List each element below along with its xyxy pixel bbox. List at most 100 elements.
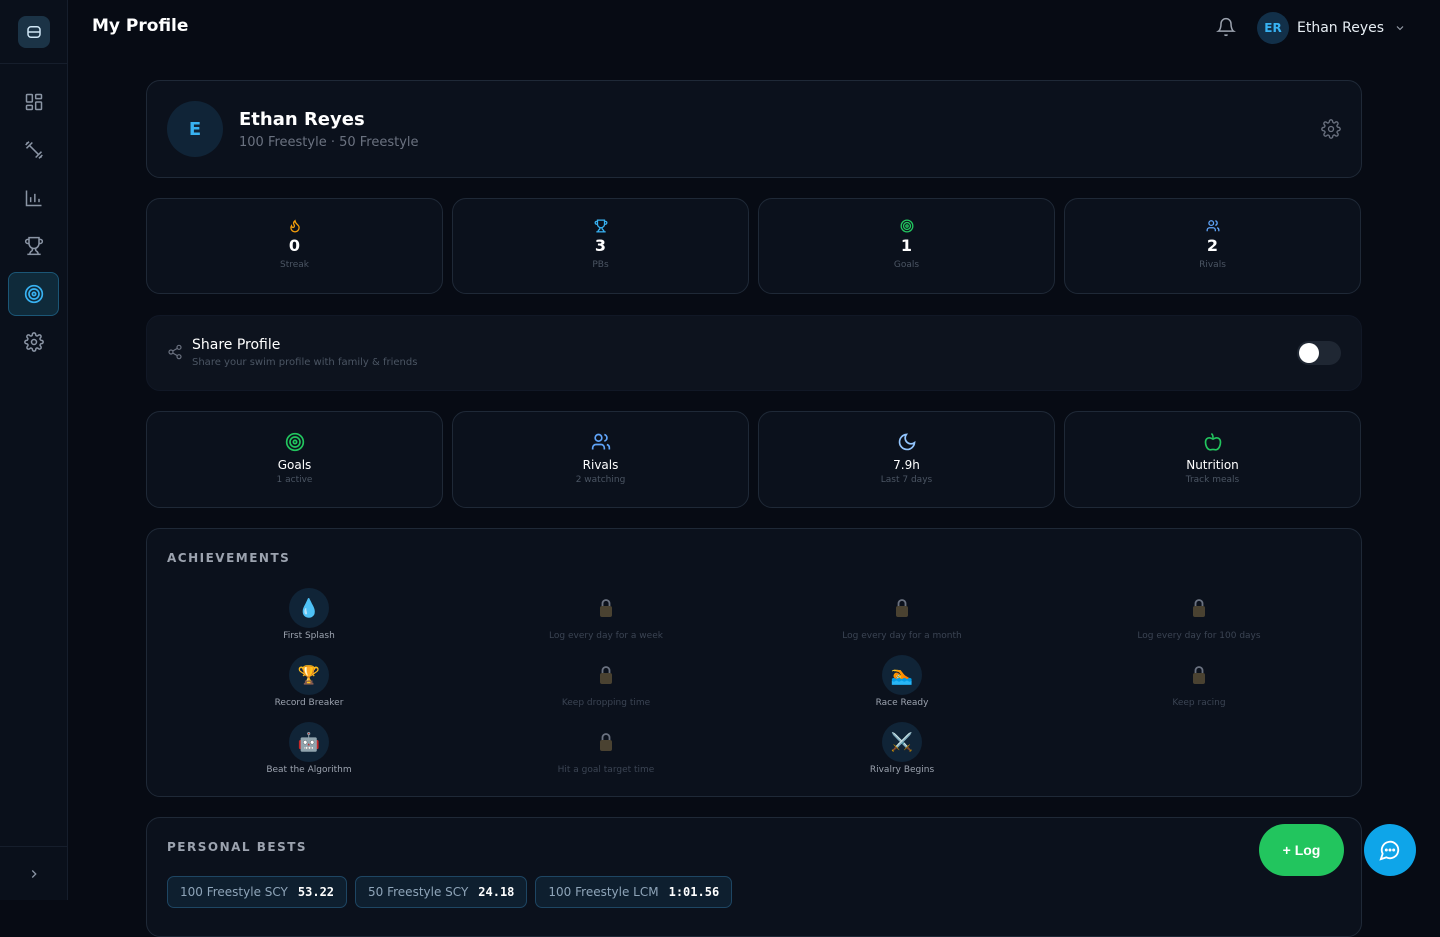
sidebar-divider-bottom (0, 846, 68, 847)
share-title: Share Profile (192, 337, 281, 353)
target-icon (285, 432, 304, 452)
share-profile-toggle[interactable] (1297, 341, 1341, 365)
sidebar-item-trophy[interactable] (10, 226, 58, 266)
achievement-label: Beat the Algorithm (266, 765, 352, 775)
pb-time: 24.18 (478, 885, 515, 899)
sidebar (0, 0, 68, 900)
achievements-card: ACHIEVEMENTS 💧 First Splash Log every da… (146, 528, 1362, 797)
chevron-right-icon (31, 870, 37, 878)
sidebar-divider (0, 63, 68, 64)
avatar: ER (1257, 12, 1289, 44)
moon-icon (898, 433, 916, 451)
achievement-label: Log every day for a month (842, 631, 962, 641)
lock-icon (1193, 599, 1205, 617)
section-title: PERSONAL BESTS (167, 840, 308, 854)
stat-value: 0 (288, 236, 301, 255)
quick-link-subtitle: 2 watching (575, 475, 626, 485)
achievement-label: Log every day for 100 days (1137, 631, 1261, 641)
stat-label: Streak (279, 260, 309, 270)
achievement-label: Keep racing (1172, 698, 1226, 708)
pb-chip[interactable]: 100 Freestyle SCY 53.22 (167, 876, 348, 908)
pb-time: 1:01.56 (668, 885, 720, 899)
lock-icon (1193, 666, 1205, 684)
achievement-label: First Splash (283, 631, 335, 641)
stat-value: 2 (1206, 236, 1219, 255)
droplet-icon: 💧 (289, 588, 329, 628)
quick-link-goals[interactable]: Goals 1 active (146, 411, 443, 508)
app-logo-icon (27, 26, 41, 38)
pb-time: 53.22 (297, 885, 335, 899)
users-icon (1206, 220, 1219, 232)
achievement-label: Rivalry Begins (869, 765, 935, 775)
crossed-swords-icon: ⚔️ (882, 722, 922, 762)
sidebar-item-workouts[interactable] (10, 130, 58, 170)
users-icon (591, 433, 610, 450)
achievement-label: Record Breaker (274, 698, 344, 708)
pb-event: 50 Freestyle SCY (368, 885, 469, 899)
achievement-label: Hit a goal target time (557, 765, 655, 775)
sidebar-item-goals[interactable] (8, 272, 59, 316)
robot-icon: 🤖 (289, 722, 329, 762)
swimmer-icon: 🏊 (882, 655, 922, 695)
stat-rivals: 2 Rivals (1064, 198, 1361, 294)
pb-event: 100 Freestyle LCM (548, 885, 659, 899)
profile-events: 100 Freestyle · 50 Freestyle (239, 135, 419, 150)
quick-link-title: 7.9h (893, 458, 920, 472)
stat-label: PBs (592, 260, 609, 270)
section-title: ACHIEVEMENTS (167, 551, 291, 565)
quick-link-subtitle: Last 7 days (880, 475, 933, 485)
pb-chip[interactable]: 50 Freestyle SCY 24.18 (355, 876, 528, 908)
quick-link-nutrition[interactable]: Nutrition Track meals (1064, 411, 1361, 508)
profile-avatar: E (167, 101, 223, 157)
profile-card: E Ethan Reyes 100 Freestyle · 50 Freesty… (146, 80, 1362, 178)
user-name: Ethan Reyes (1297, 20, 1385, 36)
stat-value: 1 (900, 236, 913, 255)
chat-icon (1379, 840, 1400, 861)
trophy-icon (24, 236, 44, 256)
lock-icon (600, 666, 612, 684)
quick-link-rivals[interactable]: Rivals 2 watching (452, 411, 749, 508)
target-icon (900, 219, 913, 233)
chevron-down-icon (1396, 26, 1404, 31)
log-button[interactable]: + Log (1259, 824, 1344, 876)
pb-chip[interactable]: 100 Freestyle LCM 1:01.56 (535, 876, 733, 908)
apple-icon (1204, 432, 1221, 451)
quick-link-sleep[interactable]: 7.9h Last 7 days (758, 411, 1055, 508)
sidebar-item-dashboard[interactable] (10, 82, 58, 122)
share-icon (168, 344, 182, 360)
page-title: My Profile (92, 16, 189, 36)
sidebar-item-settings[interactable] (10, 322, 58, 362)
stat-streak: 0 Streak (146, 198, 443, 294)
sidebar-item-stats[interactable] (10, 178, 58, 218)
personal-bests-card: PERSONAL BESTS 100 Freestyle SCY 53.22 50… (146, 817, 1362, 937)
achievement-label: Keep dropping time (561, 698, 651, 708)
app-logo[interactable] (18, 16, 50, 48)
profile-settings-button[interactable] (1321, 119, 1341, 139)
stat-pbs: 3 PBs (452, 198, 749, 294)
quick-link-subtitle: 1 active (276, 475, 313, 485)
target-icon (24, 284, 43, 304)
sidebar-expand-button[interactable] (22, 862, 46, 886)
dashboard-icon (25, 93, 43, 111)
achievement-label: Log every day for a week (549, 631, 663, 641)
toggle-knob (1299, 343, 1319, 363)
pb-event: 100 Freestyle SCY (180, 885, 288, 899)
lock-icon (896, 599, 908, 617)
stats-icon (25, 190, 42, 207)
quick-link-subtitle: Track meals (1185, 475, 1240, 485)
bell-icon (1216, 17, 1236, 37)
share-profile-card: Share Profile Share your swim profile wi… (146, 315, 1362, 391)
stat-label: Rivals (1199, 260, 1226, 270)
stat-value: 3 (594, 236, 607, 255)
quick-link-title: Nutrition (1186, 458, 1239, 472)
gear-icon (1321, 119, 1341, 139)
settings-icon (24, 332, 44, 352)
lock-icon (600, 733, 612, 751)
lock-icon (600, 599, 612, 617)
notifications-button[interactable] (1216, 17, 1238, 39)
achievement-label: Race Ready (875, 698, 929, 708)
stat-goals: 1 Goals (758, 198, 1055, 294)
user-menu[interactable]: ER Ethan Reyes (1257, 12, 1406, 44)
chat-button[interactable] (1364, 824, 1416, 876)
pb-list: 100 Freestyle SCY 53.22 50 Freestyle SCY 2… (167, 876, 733, 908)
